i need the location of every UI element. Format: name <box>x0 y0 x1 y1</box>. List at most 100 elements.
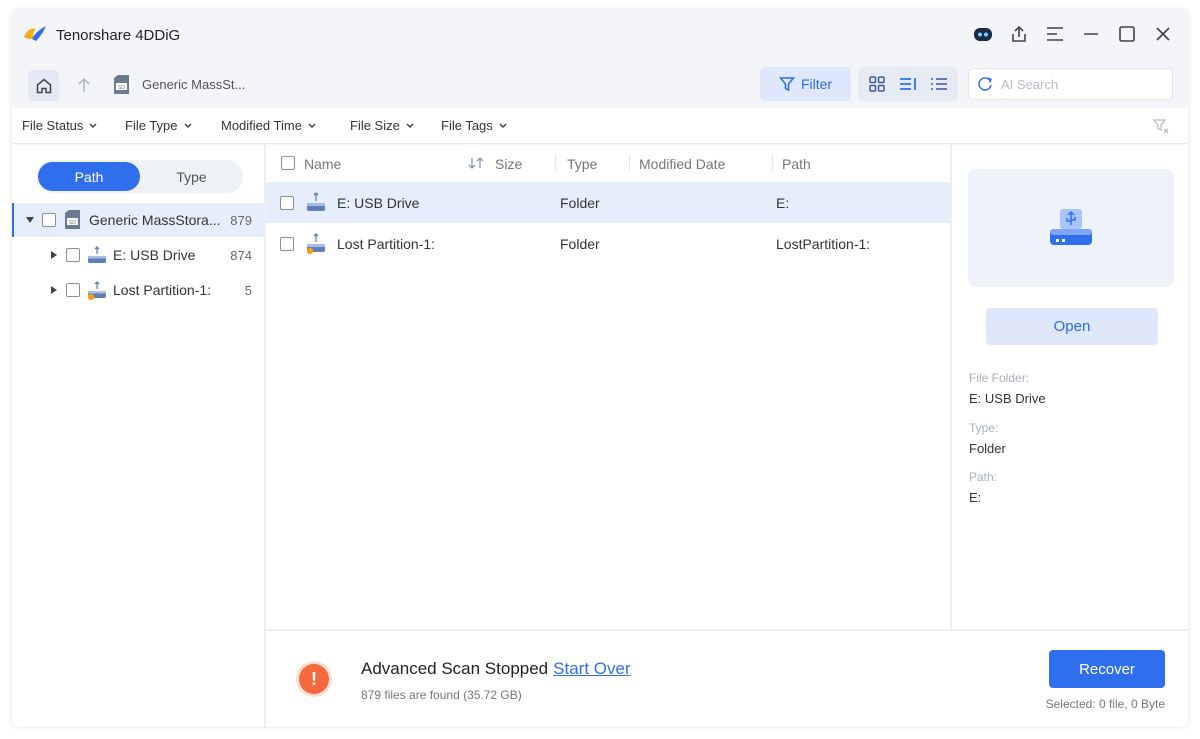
menu-icon[interactable] <box>1042 22 1068 46</box>
filter-icon <box>778 77 795 92</box>
svg-text:SD: SD <box>118 85 125 91</box>
usb-drive-large-icon <box>1050 209 1092 245</box>
file-list: Name Size Type Modified Date Path E: USB… <box>266 145 950 629</box>
tree-item-label: Generic MassStora... <box>89 212 221 228</box>
filter-file-tags[interactable]: File Tags <box>441 118 508 133</box>
ai-search-box[interactable] <box>968 68 1173 100</box>
row-path: LostPartition-1: <box>776 236 871 252</box>
filter-file-status[interactable]: File Status <box>22 118 98 133</box>
caret-down-icon[interactable] <box>25 217 35 223</box>
clear-filter-icon[interactable] <box>1152 117 1170 135</box>
filter-label: Modified Time <box>221 118 302 133</box>
home-button[interactable] <box>28 70 59 101</box>
path-value: E: <box>969 490 982 505</box>
view-mode-group <box>858 67 958 101</box>
row-name: Lost Partition-1: <box>337 236 436 252</box>
scan-status: Advanced Scan Stopped Start Over <box>361 659 631 679</box>
filter-label: File Status <box>22 118 84 133</box>
tree-checkbox[interactable] <box>42 213 56 227</box>
up-button[interactable] <box>74 74 94 96</box>
view-toggle: Path Type <box>36 160 243 193</box>
filter-row: File Status File Type Modified Time File… <box>12 108 1188 144</box>
caret-right-icon[interactable] <box>49 286 59 294</box>
minimize-icon[interactable] <box>1078 22 1104 46</box>
details-panel: Open File Folder: E: USB Drive Type: Fol… <box>951 145 1188 629</box>
tree-checkbox[interactable] <box>66 248 80 262</box>
scan-summary: 879 files are found (35.72 GB) <box>361 688 522 702</box>
table-header: Name Size Type Modified Date Path <box>266 145 950 182</box>
start-over-link[interactable]: Start Over <box>553 659 630 678</box>
select-all-checkbox[interactable] <box>281 156 295 170</box>
lost-partition-icon <box>87 281 106 300</box>
preview-area <box>968 169 1174 287</box>
tree-item-count: 879 <box>230 212 252 228</box>
detail-view-icon[interactable] <box>897 73 919 95</box>
filter-button[interactable]: Filter <box>760 67 851 101</box>
row-checkbox[interactable] <box>280 237 294 251</box>
column-header-type[interactable]: Type <box>567 156 597 172</box>
column-header-name[interactable]: Name <box>304 156 341 172</box>
filter-file-size[interactable]: File Size <box>350 118 415 133</box>
arrow-up-icon <box>78 77 90 92</box>
tree-item-lost-partition[interactable]: Lost Partition-1: 5 <box>12 273 265 307</box>
list-view-icon[interactable] <box>928 73 950 95</box>
column-header-size[interactable]: Size <box>495 156 522 172</box>
breadcrumb[interactable]: Generic MassSt... <box>142 77 245 92</box>
folder-label: File Folder: <box>969 371 1030 385</box>
row-path: E: <box>776 195 790 211</box>
grid-view-icon[interactable] <box>866 73 888 95</box>
sidebar: Path Type SD Generic MassStora... 879 E:… <box>12 145 265 727</box>
open-button[interactable]: Open <box>986 308 1158 345</box>
table-row[interactable]: E: USB Drive Folder E: <box>266 182 950 223</box>
scan-status-text: Advanced Scan Stopped <box>361 659 549 678</box>
chevron-down-icon <box>406 122 414 128</box>
column-header-modified[interactable]: Modified Date <box>639 156 725 172</box>
filter-label: File Tags <box>441 118 493 133</box>
status-bar: ! Advanced Scan Stopped Start Over 879 fi… <box>266 630 1188 727</box>
tree-item-count: 5 <box>244 282 252 298</box>
home-icon <box>36 78 51 93</box>
filter-modified-time[interactable]: Modified Time <box>221 118 317 133</box>
sort-icon[interactable] <box>468 157 484 169</box>
tree-item-label: Lost Partition-1: <box>113 282 212 298</box>
column-divider[interactable] <box>555 155 556 171</box>
ai-search-icon <box>978 77 993 91</box>
filter-label: Filter <box>800 76 833 92</box>
share-icon[interactable] <box>1006 22 1032 46</box>
caret-right-icon[interactable] <box>49 251 59 259</box>
filter-label: File Size <box>350 118 400 133</box>
column-divider[interactable] <box>772 155 773 171</box>
tab-path[interactable]: Path <box>38 162 140 191</box>
row-type: Folder <box>560 195 600 211</box>
tree-checkbox[interactable] <box>66 283 80 297</box>
row-type: Folder <box>560 236 600 252</box>
recover-button[interactable]: Recover <box>1049 650 1165 688</box>
column-divider[interactable] <box>629 155 630 171</box>
table-row[interactable]: Lost Partition-1: Folder LostPartition-1… <box>266 223 950 264</box>
filter-file-type[interactable]: File Type <box>125 118 193 133</box>
warning-icon: ! <box>296 661 332 697</box>
tree-item-generic-mass-storage[interactable]: SD Generic MassStora... 879 <box>12 203 265 237</box>
chevron-down-icon <box>183 122 192 128</box>
usb-drive-icon <box>307 192 325 211</box>
column-header-path[interactable]: Path <box>782 156 811 172</box>
tab-type[interactable]: Type <box>142 162 241 191</box>
ai-search-input[interactable] <box>1001 76 1161 92</box>
robot-icon[interactable] <box>970 22 996 46</box>
usb-drive-icon <box>88 246 106 263</box>
app-title: Tenorshare 4DDiG <box>56 27 181 44</box>
row-checkbox[interactable] <box>280 196 294 210</box>
maximize-icon[interactable] <box>1114 22 1140 46</box>
tree-item-usb-drive[interactable]: E: USB Drive 874 <box>12 238 265 272</box>
sd-card-icon: SD <box>65 210 80 229</box>
tree-item-label: E: USB Drive <box>113 247 196 263</box>
app-logo-icon <box>24 26 46 41</box>
sd-card-icon: SD <box>114 75 129 94</box>
row-name: E: USB Drive <box>337 195 420 211</box>
title-bar: Tenorshare 4DDiG <box>12 10 1188 60</box>
chevron-down-icon <box>308 122 316 128</box>
type-label: Type: <box>969 421 999 435</box>
folder-value: E: USB Drive <box>969 391 1046 406</box>
navigation-bar: SD Generic MassSt... Filter <box>12 66 1188 106</box>
close-icon[interactable] <box>1150 22 1176 46</box>
